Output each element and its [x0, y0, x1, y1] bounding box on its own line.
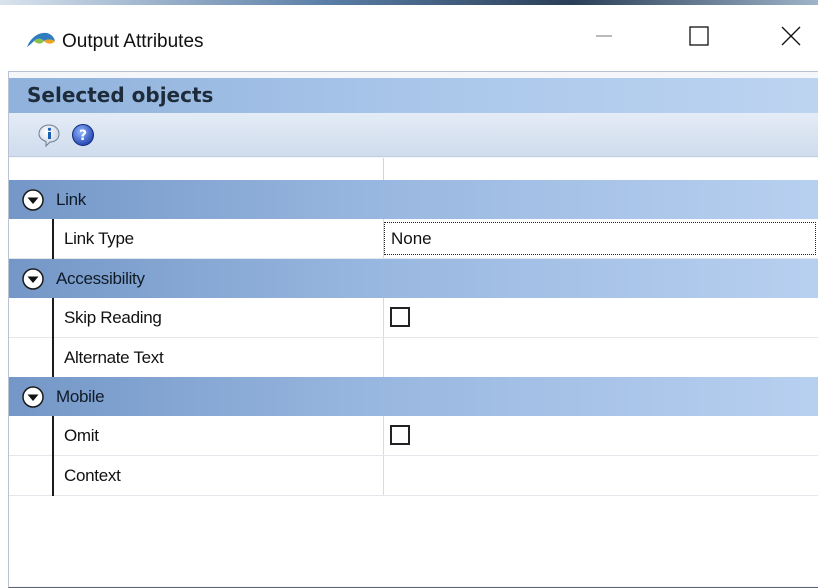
close-button[interactable]	[768, 14, 814, 58]
property-row-skip-reading[interactable]: Skip Reading	[9, 298, 818, 338]
property-label: Alternate Text	[64, 348, 164, 367]
category-link[interactable]: Link	[9, 180, 818, 219]
skip-reading-checkbox[interactable]	[390, 307, 410, 327]
category-label: Accessibility	[56, 269, 145, 288]
omit-checkbox[interactable]	[390, 425, 410, 445]
link-type-value[interactable]: None	[391, 229, 432, 249]
property-label: Context	[64, 466, 121, 485]
property-row-omit[interactable]: Omit	[9, 416, 818, 456]
svg-text:?: ?	[79, 128, 87, 144]
category-mobile[interactable]: Mobile	[9, 377, 818, 416]
property-row-link-type[interactable]: Link Type None	[9, 219, 818, 259]
property-label: Link Type	[64, 229, 134, 248]
maximize-button[interactable]	[676, 14, 722, 58]
toolbar	[9, 113, 818, 157]
collapse-arrow-icon[interactable]	[21, 385, 45, 409]
info-icon[interactable]	[36, 122, 62, 148]
category-accessibility[interactable]: Accessibility	[9, 259, 818, 298]
grid-header	[9, 158, 818, 181]
property-row-context[interactable]: Context	[9, 456, 818, 496]
minimize-button[interactable]	[581, 14, 627, 58]
property-label: Skip Reading	[64, 308, 162, 327]
link-type-field[interactable]	[384, 222, 816, 255]
property-row-alternate-text[interactable]: Alternate Text	[9, 338, 818, 378]
maximize-icon	[689, 26, 709, 46]
property-label: Omit	[64, 426, 99, 445]
minimize-icon	[596, 35, 612, 37]
help-icon[interactable]: ?	[70, 122, 96, 148]
category-label: Link	[56, 190, 86, 209]
collapse-arrow-icon[interactable]	[21, 267, 45, 291]
category-label: Mobile	[56, 387, 105, 406]
property-grid: Link Link Type None Accessibility Skip R…	[9, 158, 818, 586]
close-icon	[781, 26, 801, 46]
collapse-arrow-icon[interactable]	[21, 188, 45, 212]
window-title: Output Attributes	[62, 31, 204, 52]
app-icon	[27, 32, 55, 47]
panel-title: Selected objects	[27, 83, 214, 107]
